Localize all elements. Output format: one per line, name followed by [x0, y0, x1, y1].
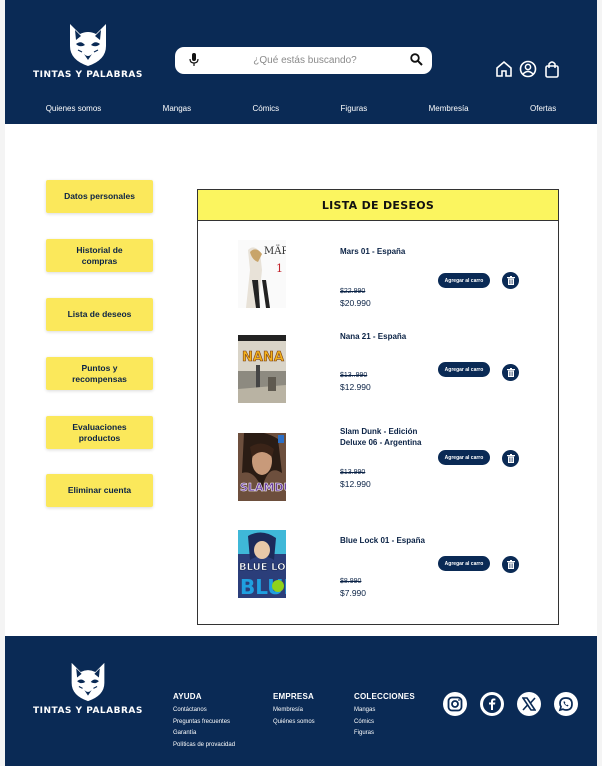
- product-name[interactable]: Blue Lock 01 - España: [340, 535, 428, 546]
- wishlist-title: LISTA DE DESEOS: [198, 190, 558, 221]
- sidebar-item-eliminar-cuenta[interactable]: Eliminar cuenta: [46, 474, 153, 507]
- trash-icon[interactable]: [502, 364, 519, 381]
- trash-icon[interactable]: [502, 556, 519, 573]
- product-old-price: $13.990: [340, 469, 366, 476]
- footer-link-quienes-somos[interactable]: Quiénes somos: [273, 719, 315, 725]
- wishlist-panel: LISTA DE DESEOS MÄRS 1 Mars 01 - España: [197, 189, 559, 625]
- facebook-icon[interactable]: [480, 692, 504, 716]
- nav-item-mangas[interactable]: Mangas: [163, 104, 191, 113]
- product-price: $7.990: [340, 588, 366, 598]
- page: TINTAS Y PALABRAS Quienes somos M: [0, 0, 602, 766]
- social-links: [443, 692, 578, 716]
- sidebar-item-historial-compras[interactable]: Historial de compras: [46, 239, 153, 272]
- home-icon[interactable]: [495, 60, 513, 78]
- footer-link-comics[interactable]: Cómics: [354, 719, 415, 725]
- footer-heading: AYUDA: [173, 692, 202, 701]
- product-cover-image[interactable]: NANA: [238, 335, 286, 403]
- product-price: $12.990: [340, 479, 371, 489]
- nav-item-ofertas[interactable]: Ofertas: [530, 104, 556, 113]
- svg-text:SLAMDUNK: SLAMDUNK: [240, 481, 286, 494]
- brand-name: TINTAS Y PALABRAS: [33, 70, 143, 80]
- add-to-cart-button[interactable]: Agregar al carro: [438, 556, 490, 571]
- product-name[interactable]: Slam Dunk - Edición Deluxe 06 - Argentin…: [340, 426, 428, 448]
- footer-link-contactanos[interactable]: Contáctanos: [173, 707, 235, 713]
- footer-link-preguntas[interactable]: Preguntas frecuentes: [173, 719, 235, 725]
- sidebar-item-evaluaciones[interactable]: Evaluaciones productos: [46, 416, 153, 449]
- site-header: TINTAS Y PALABRAS Quienes somos M: [5, 0, 597, 124]
- svg-text:BLUE LOCK: BLUE LOCK: [239, 562, 286, 573]
- footer-link-mangas[interactable]: Mangas: [354, 707, 415, 713]
- sidebar-item-datos-personales[interactable]: Datos personales: [46, 180, 153, 213]
- nav-item-comics[interactable]: Cómics: [253, 104, 280, 113]
- add-to-cart-button[interactable]: Agregar al carro: [438, 450, 490, 465]
- instagram-icon[interactable]: [443, 692, 467, 716]
- user-icon[interactable]: [519, 60, 537, 78]
- footer-link-figuras[interactable]: Figuras: [354, 730, 415, 736]
- product-price: $12.990: [340, 382, 371, 392]
- nav-item-membresia[interactable]: Membresía: [429, 104, 469, 113]
- footer-column-colecciones: COLECCIONES Mangas Cómics Figuras: [354, 692, 415, 742]
- shopping-bag-icon[interactable]: [543, 60, 561, 78]
- nav-item-figuras[interactable]: Figuras: [341, 104, 368, 113]
- footer-brand-name: TINTAS Y PALABRAS: [33, 706, 143, 716]
- svg-text:NANA: NANA: [242, 350, 284, 365]
- header-icons: [495, 60, 561, 78]
- svg-text:MÄRS: MÄRS: [264, 245, 286, 257]
- trash-icon[interactable]: [502, 450, 519, 467]
- add-to-cart-button[interactable]: Agregar al carro: [438, 362, 490, 377]
- fox-mask-icon: [71, 662, 105, 702]
- footer-heading: COLECCIONES: [354, 692, 415, 701]
- footer-column-ayuda: AYUDA Contáctanos Preguntas frecuentes G…: [173, 692, 235, 753]
- sidebar-item-puntos-recompensas[interactable]: Puntos y recompensas: [46, 357, 153, 390]
- footer-heading: EMPRESA: [273, 692, 314, 701]
- fox-mask-icon: [69, 24, 106, 66]
- x-icon[interactable]: [517, 692, 541, 716]
- account-content: Datos personales Historial de compras Li…: [5, 124, 597, 636]
- product-cover-image[interactable]: MÄRS 1: [238, 240, 286, 308]
- footer-column-empresa: EMPRESA Membresía Quiénes somos: [273, 692, 315, 730]
- search-bar: [175, 47, 432, 74]
- search-icon[interactable]: [410, 53, 423, 71]
- product-old-price: $13..990: [340, 372, 368, 379]
- product-cover-image[interactable]: BLUE LOCK BLUE: [238, 530, 286, 598]
- product-old-price: $8.990: [340, 578, 362, 585]
- sidebar-item-lista-deseos[interactable]: Lista de deseos: [46, 298, 153, 331]
- site-footer: TINTAS Y PALABRAS AYUDA Contáctanos Preg…: [5, 636, 597, 766]
- product-price: $20.990: [340, 298, 371, 308]
- product-cover-image[interactable]: SLAMDUNK: [238, 433, 286, 501]
- footer-link-politicas[interactable]: Políticas de provacidad: [173, 742, 235, 748]
- product-old-price: $22.990: [340, 288, 366, 295]
- nav-item-quienes-somos[interactable]: Quienes somos: [46, 104, 102, 113]
- search-input[interactable]: [215, 51, 395, 70]
- trash-icon[interactable]: [502, 272, 519, 289]
- product-name[interactable]: Nana 21 - España: [340, 331, 428, 342]
- svg-text:1: 1: [276, 262, 283, 275]
- footer-link-garantia[interactable]: Garantía: [173, 730, 235, 736]
- footer-brand-logo[interactable]: TINTAS Y PALABRAS: [33, 660, 143, 716]
- microphone-icon[interactable]: [189, 53, 199, 72]
- product-name[interactable]: Mars 01 - España: [340, 246, 428, 257]
- add-to-cart-button[interactable]: Agregar al carro: [438, 273, 490, 288]
- main-nav: Quienes somos Mangas Cómics Figuras Memb…: [5, 104, 597, 113]
- footer-link-membresia[interactable]: Membresía: [273, 707, 315, 713]
- brand-logo[interactable]: TINTAS Y PALABRAS: [33, 22, 143, 80]
- whatsapp-icon[interactable]: [554, 692, 578, 716]
